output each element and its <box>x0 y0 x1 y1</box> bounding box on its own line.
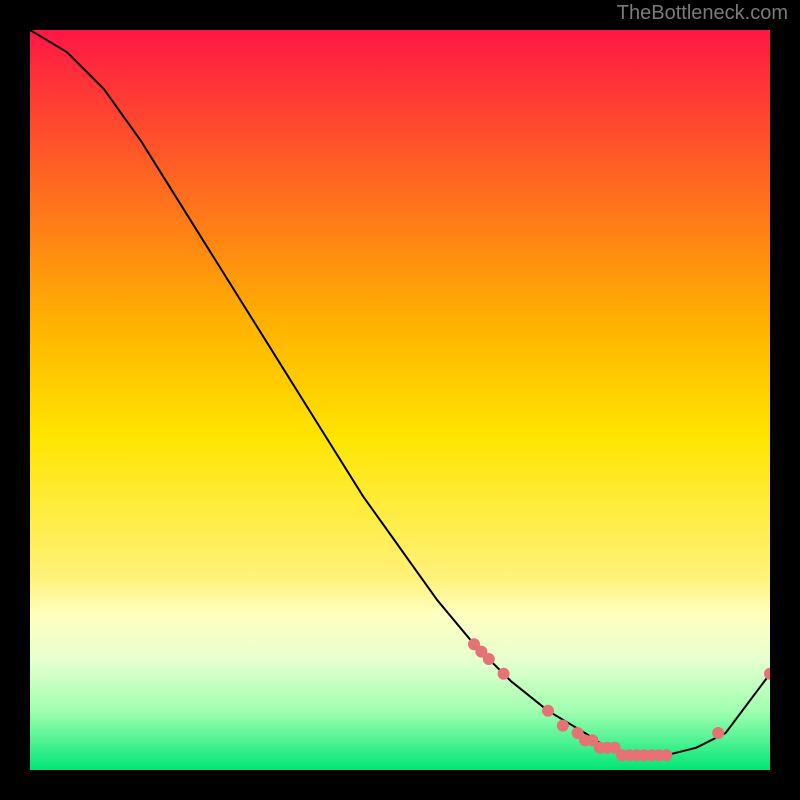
marker-point <box>712 727 724 739</box>
marker-point <box>557 720 569 732</box>
marker-point <box>542 705 554 717</box>
marker-point <box>660 749 672 761</box>
plot-area <box>30 30 770 770</box>
attribution-text: TheBottleneck.com <box>617 2 788 25</box>
marker-point <box>483 653 495 665</box>
chart-svg <box>30 30 770 770</box>
marker-point <box>498 668 510 680</box>
